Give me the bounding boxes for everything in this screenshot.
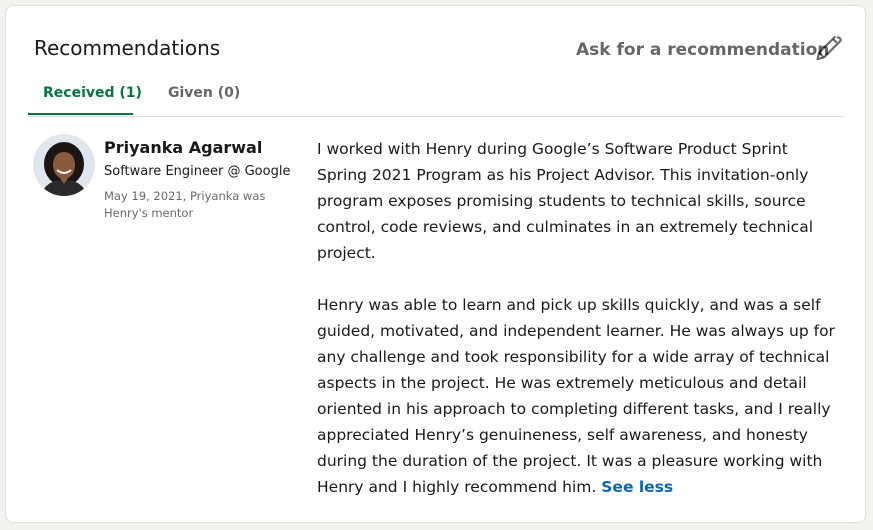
pencil-icon[interactable] [814,34,842,62]
recommendations-card: Recommendations Ask for a recommendation… [5,5,866,523]
recommendation-paragraph-text: Henry was able to learn and pick up skil… [317,296,835,496]
tab-given[interactable]: Given (0) [153,78,243,115]
recommendation-paragraph: I worked with Henry during Google’s Soft… [317,140,814,262]
tab-received[interactable]: Received (1) [28,78,142,115]
recommendation-text: I worked with Henry during Google’s Soft… [317,136,837,500]
recommendation-paragraph: Henry was able to learn and pick up skil… [317,292,837,500]
avatar[interactable] [33,134,95,196]
recommendation-tabs: Received (1) Given (0) [28,78,845,117]
section-title: Recommendations [34,36,221,60]
recommender-name[interactable]: Priyanka Agarwal [104,138,262,157]
recommender-headline: Software Engineer @ Google [104,164,291,179]
recommendation-meta: May 19, 2021, Priyanka was Henry's mento… [104,189,266,220]
see-less-link[interactable]: See less [601,478,673,496]
ask-for-recommendation-link[interactable]: Ask for a recommendation [576,40,829,60]
